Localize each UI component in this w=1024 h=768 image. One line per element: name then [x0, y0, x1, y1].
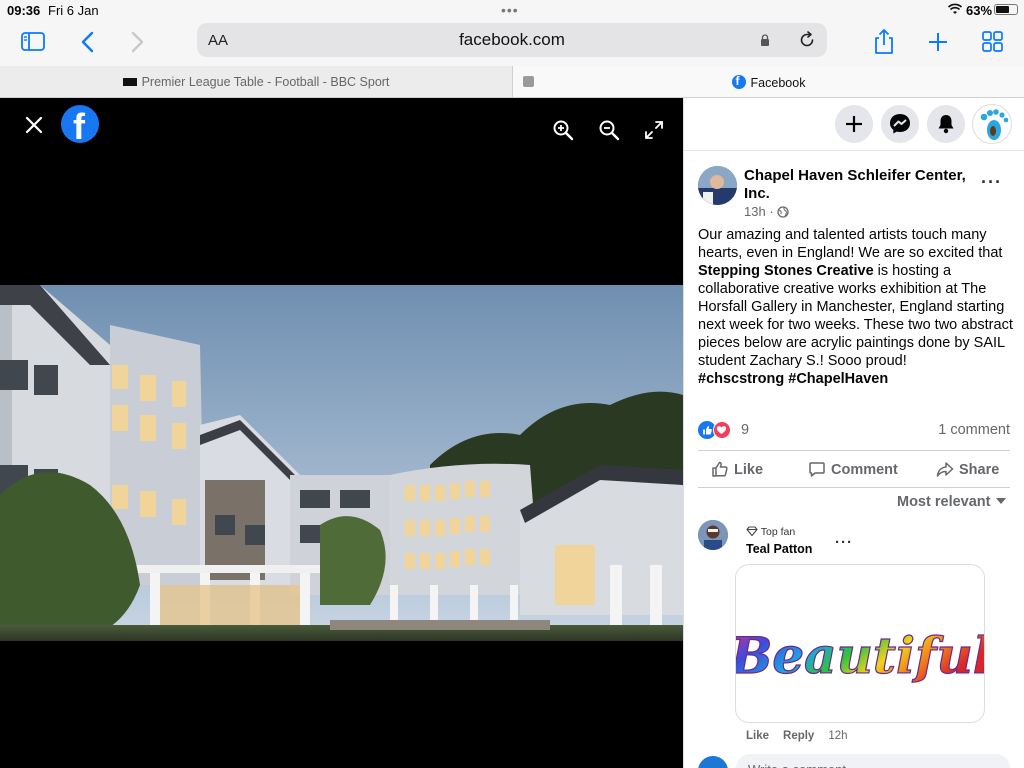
sticker-text: Beautiful [736, 626, 985, 685]
post-text-part: Our amazing and talented artists touch m… [698, 227, 1003, 261]
page-avatar[interactable] [698, 166, 737, 205]
comment-actions: Like Reply 12h [746, 730, 862, 742]
address-bar[interactable]: AA facebook.com [197, 23, 827, 57]
like-label: Like [734, 462, 764, 478]
sort-label: Most relevant [897, 494, 991, 510]
comment-sort-dropdown[interactable]: Most relevant [897, 494, 1007, 510]
footprint-avatar-icon [980, 109, 1009, 140]
comment-button[interactable]: Comment [808, 460, 898, 478]
beautiful-sticker: Beautiful [736, 625, 985, 685]
zoom-in-icon[interactable] [552, 119, 574, 141]
post-options-icon[interactable]: ··· [981, 172, 1002, 193]
tagged-page-link[interactable]: Stepping Stones Creative [698, 263, 874, 279]
forward-icon[interactable] [121, 26, 153, 58]
love-reaction-icon [713, 421, 731, 439]
top-fan-badge: Top fan [746, 526, 795, 538]
facebook-favicon-icon [731, 74, 746, 89]
tab-facebook[interactable]: Facebook [512, 66, 1024, 97]
chevron-down-icon [996, 498, 1007, 504]
reaction-icons [698, 421, 734, 439]
close-icon[interactable] [22, 113, 46, 137]
date: Fri 6 Jan [48, 3, 99, 18]
hashtags[interactable]: #chscstrong #ChapelHaven [698, 371, 888, 387]
comment-time[interactable]: 12h [828, 730, 847, 742]
comment-like-button[interactable]: Like [746, 730, 769, 742]
reload-icon[interactable] [797, 30, 817, 50]
facebook-logo-icon[interactable]: f [61, 105, 99, 143]
page-avatar-photo-icon [698, 166, 737, 205]
share-arrow-icon [936, 462, 954, 477]
lock-icon [761, 34, 769, 46]
status-bar: 09:36 Fri 6 Jan ••• 63% [0, 0, 1024, 22]
tab-bar: Premier League Table - Football - BBC Sp… [0, 66, 1024, 98]
share-button[interactable]: Share [936, 460, 999, 478]
post-time[interactable]: 13h [744, 204, 766, 219]
share-icon[interactable] [868, 26, 900, 58]
commenter-name[interactable]: Teal Patton [746, 542, 812, 556]
comment-count[interactable]: 1 comment [938, 422, 1010, 438]
globe-icon [777, 206, 789, 218]
photo-viewer: f [0, 98, 683, 768]
header-actions [684, 98, 1024, 151]
plus-icon [846, 116, 862, 132]
battery-icon [994, 4, 1018, 15]
commenter-avatar[interactable] [698, 520, 728, 550]
battery-percent: 63% [966, 3, 993, 18]
url-text[interactable]: facebook.com [197, 30, 827, 50]
wifi-icon [948, 3, 962, 14]
tab-label: Facebook [750, 76, 806, 90]
multitasking-dots-icon[interactable]: ••• [501, 3, 519, 17]
comment-icon [809, 462, 825, 477]
back-icon[interactable] [72, 26, 104, 58]
my-avatar [698, 756, 728, 768]
tab-bbc-sport[interactable]: Premier League Table - Football - BBC Sp… [0, 66, 512, 97]
new-tab-icon[interactable] [922, 26, 954, 58]
reaction-count: 9 [741, 422, 750, 438]
badge-label: Top fan [760, 526, 796, 538]
write-comment-row: Write a comment... [698, 752, 1018, 768]
comment-input[interactable]: Write a comment... [736, 754, 1010, 768]
zoom-out-icon[interactable] [598, 119, 620, 141]
messenger-icon [890, 114, 910, 134]
browser-toolbar: AA facebook.com [0, 22, 1024, 66]
post-meta: 13h · [744, 204, 789, 219]
sidebar-icon[interactable] [18, 26, 50, 58]
reaction-summary[interactable]: 9 1 comment [698, 420, 1010, 442]
comment-reply-button[interactable]: Reply [783, 730, 814, 742]
messenger-button[interactable] [881, 105, 919, 143]
tab-label: Premier League Table - Football - BBC Sp… [141, 75, 390, 89]
fullscreen-icon[interactable] [643, 119, 665, 141]
comment-label: Comment [831, 462, 898, 478]
profile-avatar[interactable] [972, 104, 1012, 144]
thumbs-up-icon [712, 461, 728, 477]
comment-sticker-image[interactable]: Beautiful [735, 564, 985, 723]
comment-options-icon[interactable]: ··· [835, 534, 853, 551]
commenter-photo-icon [698, 520, 728, 550]
post-text: Our amazing and talented artists touch m… [698, 226, 1013, 388]
diamond-icon [746, 526, 758, 537]
create-button[interactable] [835, 105, 873, 143]
bell-icon [938, 115, 954, 134]
post-panel: Chapel Haven Schleifer Center, Inc. 13h … [683, 98, 1024, 768]
post-actions: Like Comment Share [698, 450, 1010, 488]
like-button[interactable]: Like [711, 460, 763, 478]
notifications-button[interactable] [927, 105, 965, 143]
share-label: Share [959, 462, 1000, 478]
building-photo[interactable] [0, 285, 683, 641]
page-name[interactable]: Chapel Haven Schleifer Center, Inc. [744, 167, 974, 203]
clock: 09:36 [7, 3, 41, 18]
tab-overview-icon[interactable] [977, 26, 1009, 58]
bbc-favicon-icon [122, 78, 137, 86]
